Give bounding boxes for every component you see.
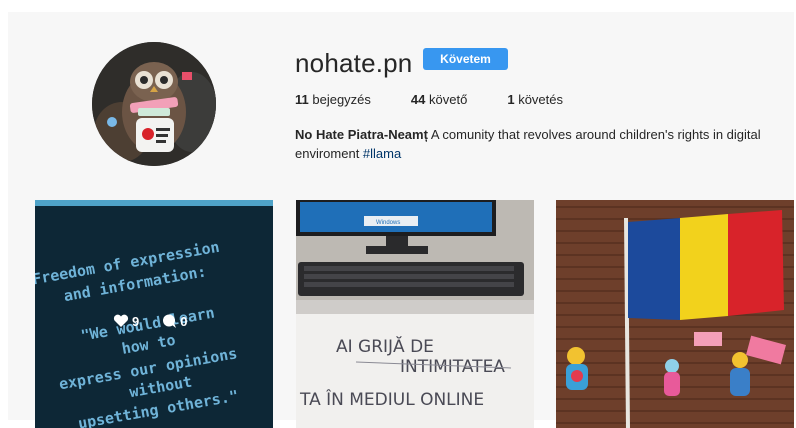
profile-username: nohate.pn <box>295 48 413 78</box>
flag-image <box>556 200 794 428</box>
posts-label: bejegyzés <box>312 92 371 107</box>
heart-icon <box>113 314 129 327</box>
following-count: 1 <box>507 92 515 107</box>
comments-count: 0 <box>180 313 188 329</box>
likes-stat: 9 <box>113 314 139 329</box>
likes-count: 9 <box>132 313 140 329</box>
follow-button[interactable]: Követem <box>423 48 508 70</box>
followers-stat[interactable]: 44 követő <box>411 92 467 107</box>
comments-stat: 0 <box>161 313 187 329</box>
profile-stats: 11 bejegyzés 44 követő 1 követés <box>295 92 603 107</box>
post-thumbnail[interactable] <box>556 200 794 428</box>
post-thumbnail[interactable]: Windows AI GRIJĂ DE INTIMITATEA TA ÎN ME… <box>296 200 534 428</box>
post-thumbnail[interactable]: Freedom of expression and information: "… <box>35 200 273 428</box>
profile-page: nohate.pn Követem 11 bejegyzés 44 követő… <box>8 12 794 428</box>
posts-stat[interactable]: 11 bejegyzés <box>295 92 371 107</box>
followers-count: 44 <box>410 92 426 107</box>
following-label: követés <box>518 92 563 107</box>
comment-icon <box>163 314 177 328</box>
paper-line-1: AI GRIJĂ DE <box>336 335 434 357</box>
paper-line-3: TA ÎN MEDIUL ONLINE <box>299 388 484 410</box>
following-stat[interactable]: 1 követés <box>507 92 563 107</box>
profile-bio: No Hate Piatra-Neamț A comunity that rev… <box>295 125 775 163</box>
owl-mascot-image <box>92 42 216 166</box>
screen-window-title: Windows <box>376 220 400 226</box>
profile-avatar[interactable] <box>92 42 216 166</box>
monitor-and-paper-image: Windows AI GRIJĂ DE INTIMITATEA TA ÎN ME… <box>296 200 534 428</box>
post-hover-stats: 9 0 <box>113 313 209 329</box>
bio-hashtag-link[interactable]: #llama <box>363 146 401 161</box>
posts-count: 11 <box>295 92 309 107</box>
followers-label: követő <box>429 92 468 107</box>
bio-full-name: No Hate Piatra-Neamț <box>295 127 428 142</box>
